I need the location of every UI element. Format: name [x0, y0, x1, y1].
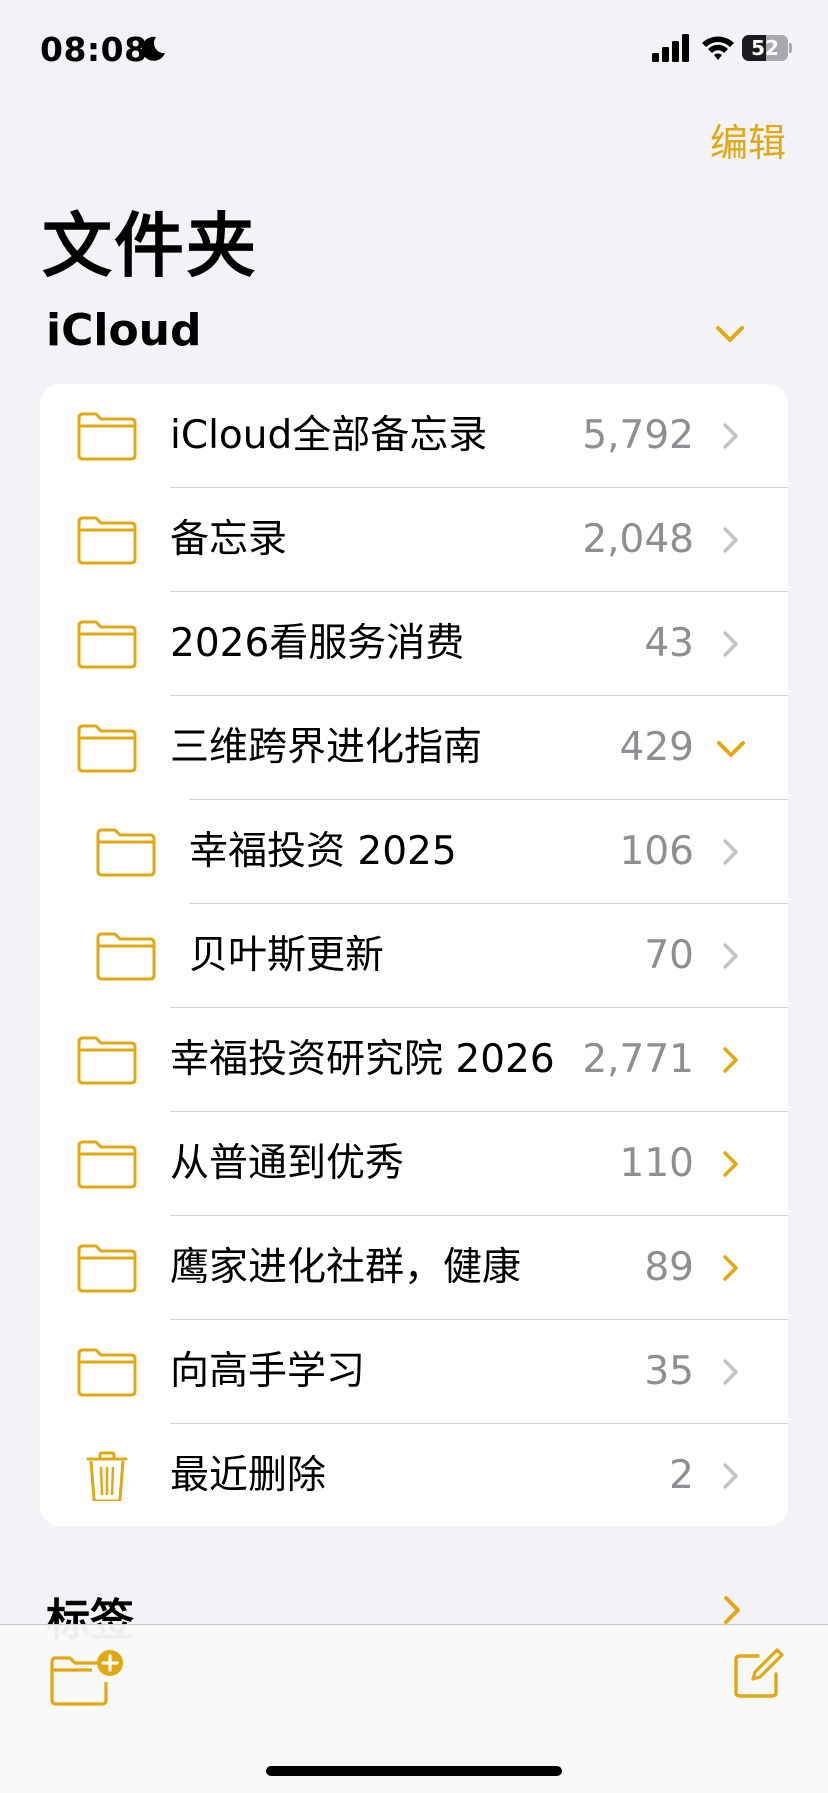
- chevron-right-icon: [723, 1151, 738, 1177]
- compose-icon[interactable]: [730, 1646, 786, 1702]
- folder-row[interactable]: 2026看服务消费 43: [40, 592, 788, 696]
- folder-count: 43: [644, 621, 694, 666]
- folder-icon: [77, 1244, 137, 1293]
- folder-count: 89: [644, 1245, 694, 1290]
- folder-row[interactable]: 鹰家进化社群，健康 89: [40, 1216, 788, 1320]
- chevron-down-icon[interactable]: [714, 322, 746, 346]
- folder-count: 2,771: [582, 1037, 694, 1082]
- folder-count: 2,048: [582, 517, 694, 562]
- chevron-right-icon[interactable]: [720, 1594, 744, 1626]
- folder-label: 最近删除: [170, 1453, 327, 1498]
- folder-label: 三维跨界进化指南: [170, 725, 483, 770]
- folder-count: 429: [619, 725, 694, 770]
- folder-icon: [77, 620, 137, 669]
- battery-icon: 52: [742, 35, 792, 61]
- folder-row[interactable]: 从普通到优秀 110: [40, 1112, 788, 1216]
- wifi-icon: [702, 36, 734, 60]
- folder-count: 5,792: [582, 413, 694, 458]
- battery-body: 52: [742, 35, 788, 61]
- battery-tip: [789, 43, 792, 53]
- folder-list: iCloud全部备忘录 5,792 备忘录 2,048 2026看服务消费 43 三维跨界进…: [40, 384, 788, 1526]
- folder-icon: [77, 1140, 137, 1189]
- chevron-right-icon: [723, 1359, 738, 1385]
- folder-row[interactable]: iCloud全部备忘录 5,792: [40, 384, 788, 488]
- chevron-right-icon: [723, 1463, 738, 1489]
- chevron-right-icon: [723, 527, 738, 553]
- folder-label: 2026看服务消费: [170, 621, 465, 666]
- folder-label: 向高手学习: [170, 1349, 366, 1394]
- folder-count: 70: [644, 933, 694, 978]
- folder-label: 从普通到优秀: [170, 1141, 405, 1186]
- folder-count: 2: [669, 1453, 694, 1498]
- folder-row[interactable]: 幸福投资研究院 2026 2,771: [40, 1008, 788, 1112]
- chevron-down-icon: [717, 741, 745, 757]
- folder-icon: [96, 932, 156, 981]
- cellular-signal-icon: [652, 34, 689, 62]
- folder-label: 贝叶斯更新: [189, 933, 385, 978]
- page-title: 文件夹: [42, 205, 258, 287]
- moon-icon: [141, 36, 165, 61]
- folder-row[interactable]: 向高手学习 35: [40, 1320, 788, 1424]
- folder-icon: [77, 724, 137, 773]
- folder-label: 备忘录: [170, 517, 288, 562]
- icloud-section-title[interactable]: iCloud: [46, 305, 202, 356]
- trash-icon: [86, 1451, 128, 1501]
- folder-row[interactable]: 贝叶斯更新 70: [40, 904, 788, 1008]
- folder-row[interactable]: 备忘录 2,048: [40, 488, 788, 592]
- folder-label: iCloud全部备忘录: [170, 413, 488, 458]
- folder-row[interactable]: 三维跨界进化指南 429: [40, 696, 788, 800]
- folder-count: 110: [619, 1141, 694, 1186]
- folder-count: 35: [644, 1349, 694, 1394]
- status-time: 08:08: [40, 30, 148, 69]
- folder-label: 幸福投资 2025: [189, 829, 457, 874]
- folder-icon: [96, 828, 156, 877]
- chevron-right-icon: [723, 631, 738, 657]
- folder-icon: [77, 1036, 137, 1085]
- edit-button[interactable]: 编辑: [710, 112, 786, 167]
- chevron-right-icon: [723, 1255, 738, 1281]
- folder-label: 鹰家进化社群，健康: [170, 1245, 522, 1290]
- folder-row[interactable]: 最近删除 2: [40, 1424, 788, 1526]
- folder-row[interactable]: 幸福投资 2025 106: [40, 800, 788, 904]
- chevron-right-icon: [723, 1047, 738, 1073]
- chevron-right-icon: [723, 943, 738, 969]
- folder-count: 106: [619, 829, 694, 874]
- folder-icon: [77, 412, 137, 461]
- battery-percent: 52: [751, 36, 779, 60]
- new-folder-icon[interactable]: [48, 1648, 126, 1708]
- chevron-right-icon: [723, 839, 738, 865]
- chevron-right-icon: [723, 423, 738, 449]
- home-indicator: [266, 1766, 562, 1776]
- folder-label: 幸福投资研究院 2026: [170, 1037, 555, 1082]
- folder-icon: [77, 516, 137, 565]
- folder-icon: [77, 1348, 137, 1397]
